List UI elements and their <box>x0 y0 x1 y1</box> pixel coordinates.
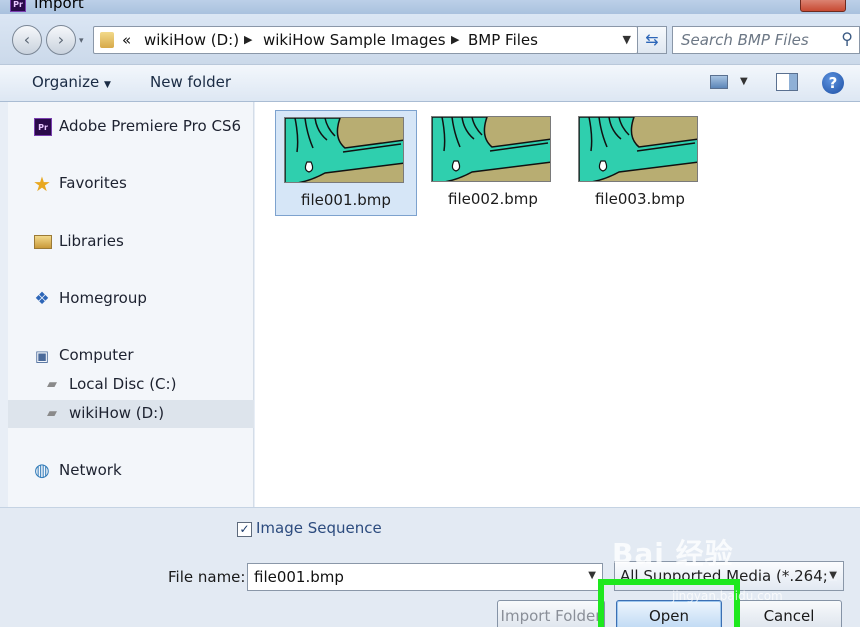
refresh-button[interactable]: ⇆ <box>637 26 667 54</box>
image-sequence-label[interactable]: Image Sequence <box>256 519 382 537</box>
sidebar-item-label: Homegroup <box>59 289 147 307</box>
window-title: Import <box>34 0 84 12</box>
change-view-icon[interactable] <box>710 75 728 89</box>
cancel-button[interactable]: Cancel <box>736 600 842 627</box>
preview-pane-icon[interactable] <box>776 73 798 91</box>
chevron-down-icon: ▼ <box>103 80 111 90</box>
new-folder-button[interactable]: New folder <box>150 73 231 91</box>
address-bar[interactable]: « wikiHow (D:) ▶ wikiHow Sample Images ▶… <box>93 26 638 54</box>
computer-icon: ▣ <box>34 347 50 365</box>
sidebar-item-premiere[interactable]: Pr Adobe Premiere Pro CS6 <box>8 113 254 141</box>
chevron-down-icon[interactable]: ▼ <box>588 570 596 581</box>
open-button[interactable]: Open <box>616 600 722 627</box>
baidu-watermark-url: jingyan.baidu.com <box>672 589 783 603</box>
homegroup-icon: ❖ <box>34 289 50 309</box>
navigation-pane: Pr Adobe Premiere Pro CS6 ★ Favorites Li… <box>8 102 254 507</box>
sidebar-item-label: Computer <box>59 346 134 364</box>
file-name: file003.bmp <box>595 190 685 208</box>
star-icon: ★ <box>33 172 51 196</box>
window-close-button[interactable] <box>800 0 846 12</box>
sidebar-item-homegroup[interactable]: ❖ Homegroup <box>8 285 254 313</box>
premiere-pro-icon: Pr <box>34 118 52 136</box>
organize-menu[interactable]: Organize ▼ <box>32 73 111 91</box>
file-item-file003[interactable]: file003.bmp <box>570 110 712 216</box>
forward-arrow-icon: › <box>57 30 65 49</box>
title-bar: Pr Import <box>0 0 860 14</box>
search-input[interactable] <box>673 27 833 53</box>
address-row: ‹ › ▾ « wikiHow (D:) ▶ wikiHow Sample Im… <box>0 14 860 64</box>
file-name: file001.bmp <box>301 191 391 209</box>
back-button[interactable]: ‹ <box>12 25 42 55</box>
breadcrumb-arrow-icon[interactable]: ▶ <box>244 33 252 46</box>
file-name-combobox[interactable]: ▼ <box>247 563 603 591</box>
command-bar: Organize ▼ New folder ▼ ? <box>0 64 860 102</box>
bmp-thumbnail <box>431 116 551 182</box>
view-options-dropdown[interactable]: ▼ <box>740 76 748 87</box>
sidebar-item-network[interactable]: ◍ Network <box>8 457 254 485</box>
image-sequence-checkbox[interactable]: ✓ <box>237 522 252 537</box>
forward-button[interactable]: › <box>46 25 76 55</box>
bmp-thumbnail <box>578 116 698 182</box>
back-arrow-icon: ‹ <box>23 30 31 49</box>
folder-icon <box>100 32 114 48</box>
organize-label: Organize <box>32 73 100 91</box>
sidebar-item-computer[interactable]: ▣ Computer <box>8 342 254 370</box>
sidebar-item-favorites[interactable]: ★ Favorites <box>8 170 254 198</box>
sidebar-item-wikihow-drive[interactable]: ▰ wikiHow (D:) <box>8 400 254 428</box>
search-box[interactable]: ⚲ <box>672 26 860 54</box>
file-name: file002.bmp <box>448 190 538 208</box>
bmp-thumbnail <box>284 117 404 183</box>
file-name-input[interactable] <box>248 564 568 590</box>
breadcrumb-bmp-files[interactable]: BMP Files <box>468 31 538 49</box>
file-name-label: File name: <box>168 568 246 586</box>
breadcrumb-overflow[interactable]: « <box>122 31 131 49</box>
sidebar-item-label: Favorites <box>59 174 127 192</box>
drive-icon: ▰ <box>47 377 57 392</box>
sidebar-item-label: Libraries <box>59 232 124 250</box>
file-list: file001.bmp file002.bmp file003.bmp <box>255 102 860 507</box>
breadcrumb-sample-images[interactable]: wikiHow Sample Images <box>263 31 446 49</box>
breadcrumb-drive[interactable]: wikiHow (D:) <box>144 31 239 49</box>
address-dropdown-icon[interactable]: ▼ <box>623 33 631 46</box>
file-item-file001[interactable]: file001.bmp <box>275 110 417 216</box>
chevron-down-icon[interactable]: ▼ <box>829 570 837 581</box>
search-icon[interactable]: ⚲ <box>841 29 853 48</box>
sidebar-item-local-disc[interactable]: ▰ Local Disc (C:) <box>8 371 254 399</box>
sidebar-item-label: wikiHow (D:) <box>69 404 165 422</box>
sidebar-item-label: Network <box>59 461 122 479</box>
sidebar-item-label: Adobe Premiere Pro CS6 <box>59 117 242 135</box>
help-icon[interactable]: ? <box>822 72 844 94</box>
refresh-icon: ⇆ <box>645 30 659 49</box>
libraries-icon <box>34 235 52 249</box>
sidebar-item-label: Local Disc (C:) <box>69 375 177 393</box>
network-icon: ◍ <box>34 460 50 481</box>
premiere-pro-icon: Pr <box>10 0 26 12</box>
file-item-file002[interactable]: file002.bmp <box>423 110 565 216</box>
baidu-watermark: Bai 经验 <box>612 537 734 570</box>
recent-pages-dropdown[interactable]: ▾ <box>79 36 84 46</box>
import-folder-button[interactable]: Import Folder <box>497 600 605 627</box>
drive-icon: ▰ <box>47 406 57 421</box>
breadcrumb-arrow-icon[interactable]: ▶ <box>451 33 459 46</box>
sidebar-item-libraries[interactable]: Libraries <box>8 228 254 256</box>
